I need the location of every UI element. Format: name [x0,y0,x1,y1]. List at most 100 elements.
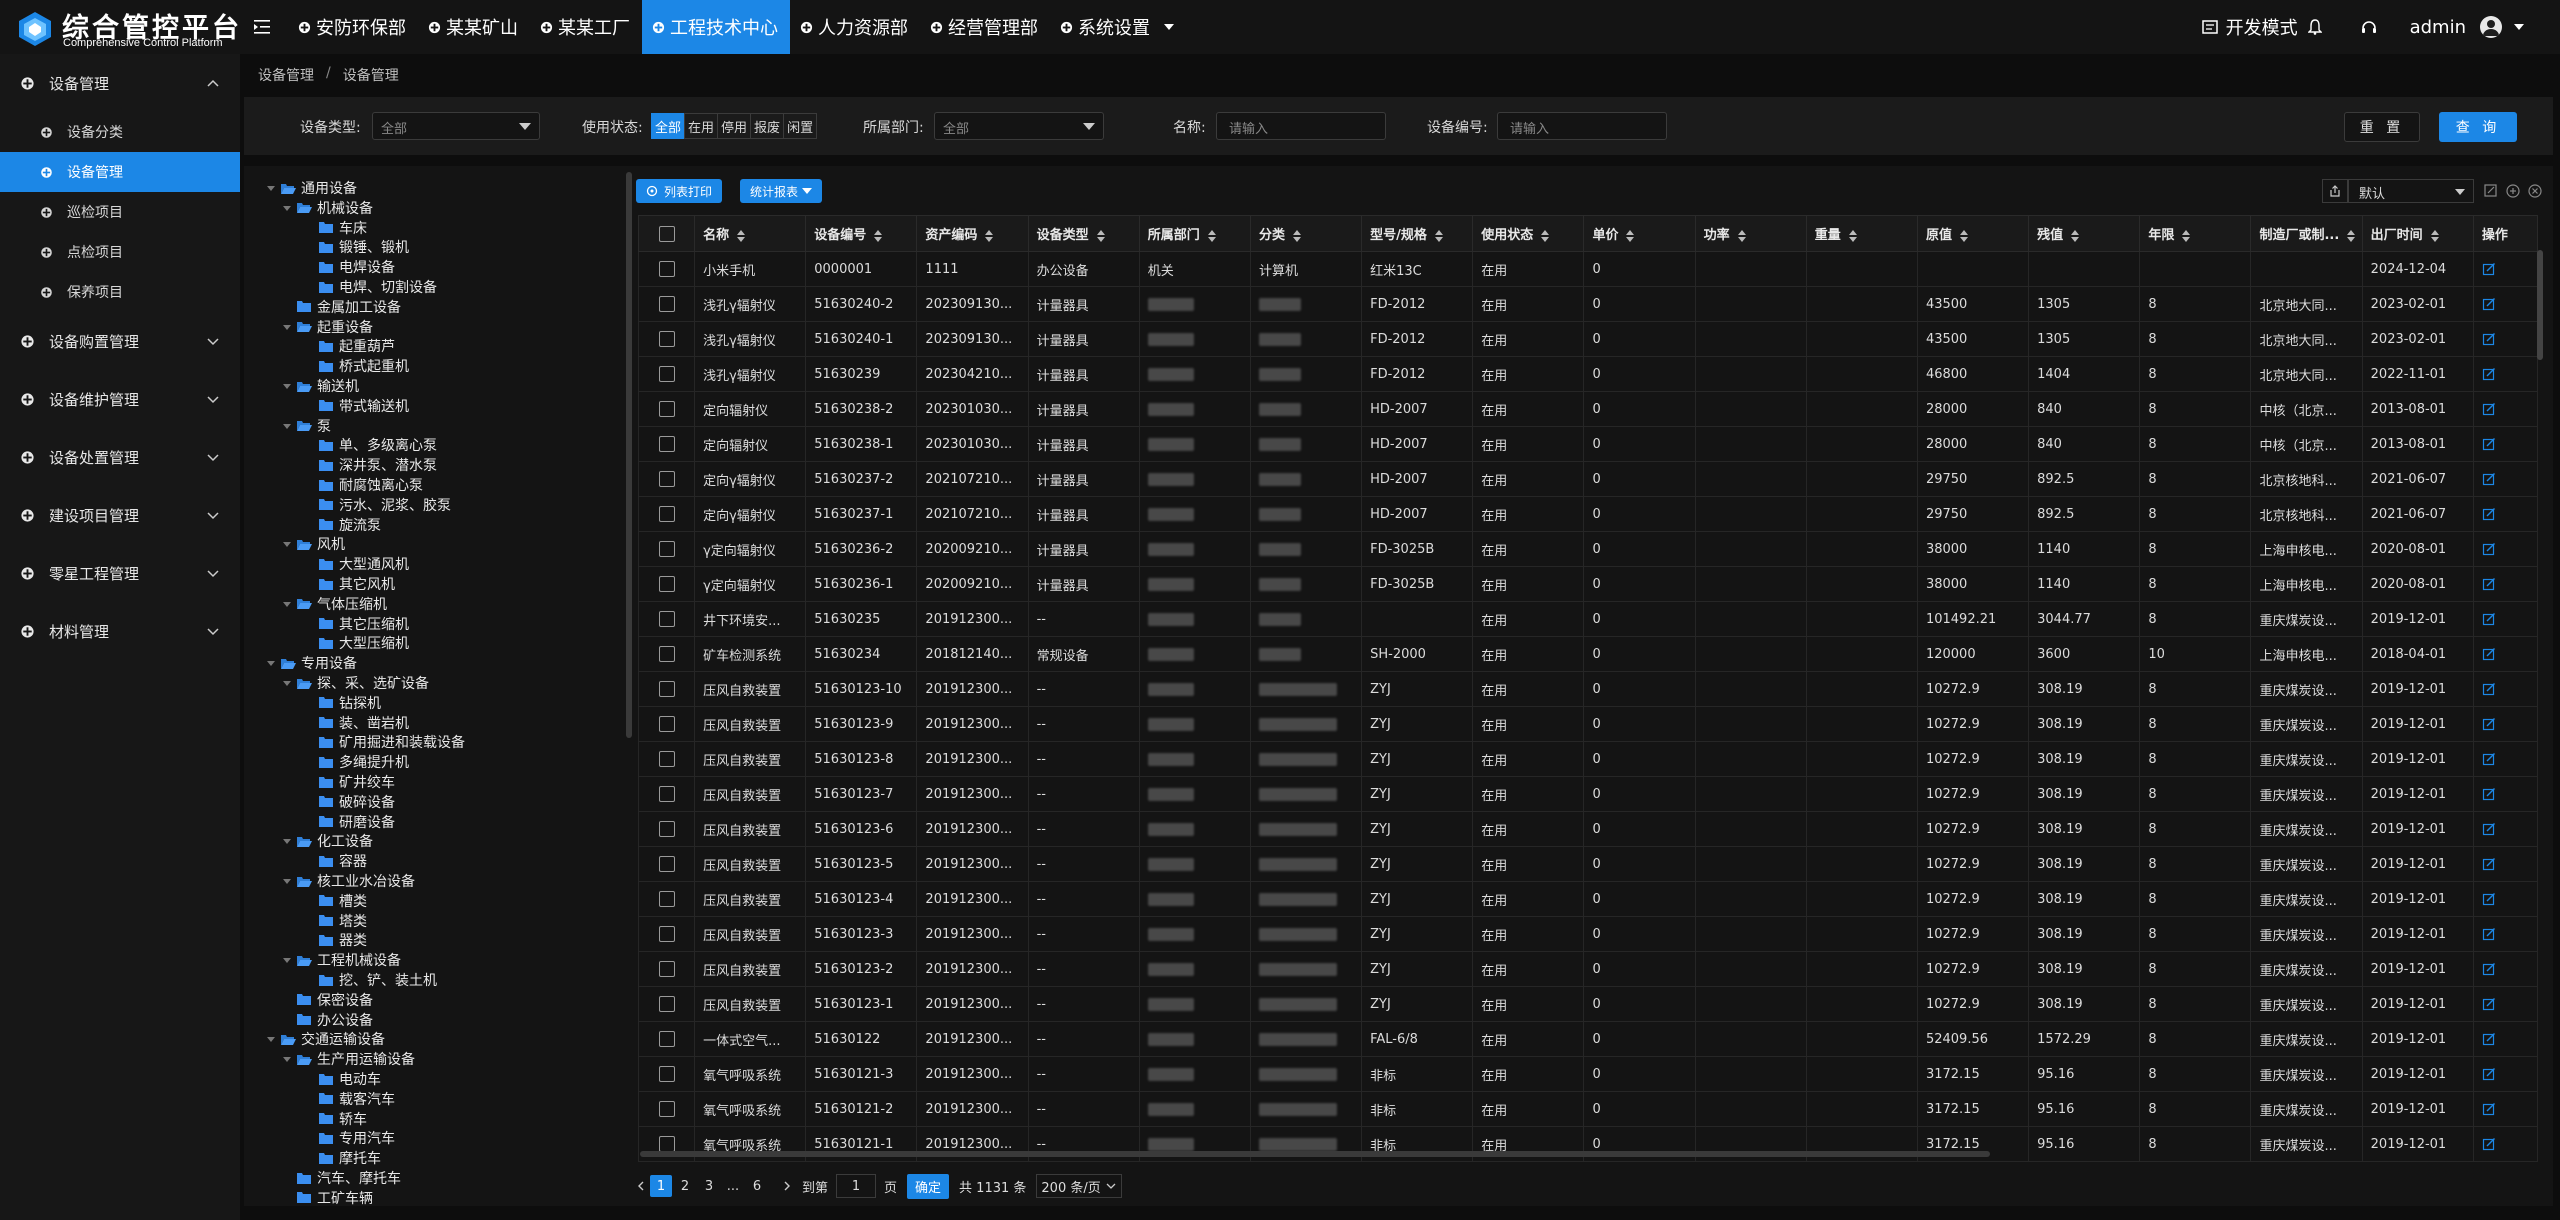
sort-icon[interactable] [1848,229,1857,242]
table-row[interactable]: γ定向辐射仪 51630236-1 202009210... 计量器具 FD-3025B… [637,566,2539,602]
tree-node[interactable]: 摩托车 [304,1148,381,1168]
row-checkbox-cell[interactable] [637,356,696,392]
nav-item-2[interactable]: 某某工厂 [530,0,642,54]
edit-icon[interactable] [2482,717,2496,731]
column-header[interactable]: 设备类型 [1027,215,1140,252]
tree-node[interactable]: 耐腐蚀离心泵 [304,475,423,495]
column-header[interactable]: 原值 [1916,215,2030,252]
nav-item-5[interactable]: 经营管理部 [920,0,1050,54]
table-row[interactable]: 压风自救装置 51630123-1 201912300... -- ZYJ 在用 0 1027… [637,986,2539,1022]
dept-filter-select[interactable]: 全部 [934,112,1104,140]
table-row[interactable]: 氧气呼吸系统 51630121-3 201912300... -- 非标 在用 0 3172.… [637,1056,2539,1092]
sidebar-item-0-1[interactable]: 设备管理 [0,152,240,192]
tree-node[interactable]: 工矿车辆 [282,1188,373,1206]
table-row[interactable]: 小米手机 0000001 1111 办公设备 机关 计算机 红米13C 在用 0 2024-12-… [637,251,2539,287]
edit-icon[interactable] [2482,297,2496,311]
sort-icon[interactable] [1737,229,1746,242]
sidebar-group-1[interactable]: 设备购置管理 [0,312,240,370]
row-checkbox[interactable] [658,436,675,452]
table-row[interactable]: 压风自救装置 51630123-9 201912300... -- ZYJ 在用 0 1027… [637,706,2539,742]
status-option-0[interactable]: 全部 [651,113,686,139]
tree-node[interactable]: 泵 [282,416,331,436]
export-button[interactable] [2322,179,2348,203]
sort-icon[interactable] [2071,229,2080,242]
column-header[interactable]: 年限 [2139,215,2252,252]
column-header[interactable]: 操作 [2472,215,2539,252]
sort-icon[interactable] [2430,229,2439,242]
tree-node[interactable]: 装、凿岩机 [304,713,409,733]
goto-confirm-button[interactable]: 确定 [907,1173,950,1199]
row-checkbox-cell[interactable] [637,566,696,602]
select-all-checkbox-cell[interactable] [637,215,696,252]
sidebar-item-0-3[interactable]: 点检项目 [0,232,240,272]
table-row[interactable]: 浅孔γ辐射仪 51630240-2 202309130... 计量器具 FD-2012 在… [637,286,2539,322]
column-header[interactable]: 重量 [1805,215,1918,252]
row-checkbox[interactable] [658,856,675,872]
tree-node[interactable]: 办公设备 [282,1010,373,1030]
edit-icon[interactable] [2482,927,2496,941]
tree-node[interactable]: 风机 [282,534,345,554]
tree-node[interactable]: 电焊设备 [304,257,395,277]
tree-node[interactable]: 金属加工设备 [282,297,401,317]
row-checkbox-cell[interactable] [637,321,696,357]
column-header[interactable]: 单价 [1583,215,1696,252]
row-checkbox-cell[interactable] [637,531,696,567]
sort-icon[interactable] [1292,229,1301,242]
row-checkbox[interactable] [658,296,675,312]
tree-node[interactable]: 矿井绞车 [304,772,395,792]
column-header[interactable]: 使用状态 [1472,215,1585,252]
edit-icon[interactable] [2482,752,2496,766]
row-checkbox-cell[interactable] [637,706,696,742]
next-page-icon[interactable] [780,1179,794,1193]
row-checkbox-cell[interactable] [637,391,696,427]
row-checkbox-cell[interactable] [637,741,696,777]
page-button[interactable]: 2 [674,1175,696,1197]
row-checkbox-cell[interactable] [637,811,696,847]
breadcrumb-item[interactable]: 设备管理 [258,65,314,85]
row-checkbox[interactable] [658,1031,675,1047]
table-row[interactable]: 压风自救装置 51630123-5 201912300... -- ZYJ 在用 0 1027… [637,846,2539,882]
row-checkbox-cell[interactable] [637,1021,696,1057]
table-row[interactable]: 压风自救装置 51630123-7 201912300... -- ZYJ 在用 0 1027… [637,776,2539,812]
code-filter-input[interactable]: 请输入 [1497,112,1667,140]
tree-node[interactable]: 化工设备 [282,831,373,851]
tree-node[interactable]: 电动车 [304,1069,381,1089]
view-select[interactable]: 默认 [2348,179,2474,203]
edit-icon[interactable] [2482,892,2496,906]
edit-icon[interactable] [2482,857,2496,871]
table-row[interactable]: 定向辐射仪 51630238-1 202301030... 计量器具 HD-2007 在用… [637,426,2539,462]
user-menu[interactable]: admin [2402,16,2530,38]
reset-button[interactable]: 重 置 [2344,112,2420,142]
row-checkbox[interactable] [658,331,675,347]
column-header[interactable]: 资产编码 [916,215,1029,252]
tree-node[interactable]: 起重设备 [282,317,373,337]
tree-node[interactable]: 容器 [304,851,367,871]
row-checkbox[interactable] [658,716,675,732]
page-size-select[interactable]: 200 条/页 [1036,1174,1122,1198]
edit-icon[interactable] [2482,472,2496,486]
tree-node[interactable]: 核工业水冶设备 [282,871,415,891]
row-checkbox-cell[interactable] [637,916,696,952]
sort-icon[interactable] [1096,229,1105,242]
sort-icon[interactable] [874,229,883,242]
row-checkbox-cell[interactable] [637,426,696,462]
table-row[interactable]: 矿车检测系统 51630234 201812140... 常规设备 SH-2000 在用 0… [637,636,2539,672]
type-filter-select[interactable]: 全部 [372,112,540,140]
sort-icon[interactable] [2182,229,2191,242]
tree-node[interactable]: 气体压缩机 [282,594,387,614]
row-checkbox[interactable] [658,786,675,802]
page-button[interactable]: 6 [746,1175,768,1197]
edit-icon[interactable] [2482,647,2496,661]
menu-fold-icon[interactable] [253,18,271,36]
tree-node[interactable]: 破碎设备 [304,792,395,812]
goto-page-input[interactable]: 1 [836,1174,877,1198]
page-ellipsis[interactable]: ... [722,1175,744,1197]
tree-node[interactable]: 矿用掘进和装载设备 [304,732,465,752]
row-checkbox-cell[interactable] [637,286,696,322]
tree-node[interactable]: 旋流泵 [304,515,381,535]
row-checkbox-cell[interactable] [637,601,696,637]
sort-icon[interactable] [737,229,746,242]
edit-icon[interactable] [2482,822,2496,836]
row-checkbox[interactable] [658,891,675,907]
row-checkbox[interactable] [658,751,675,767]
